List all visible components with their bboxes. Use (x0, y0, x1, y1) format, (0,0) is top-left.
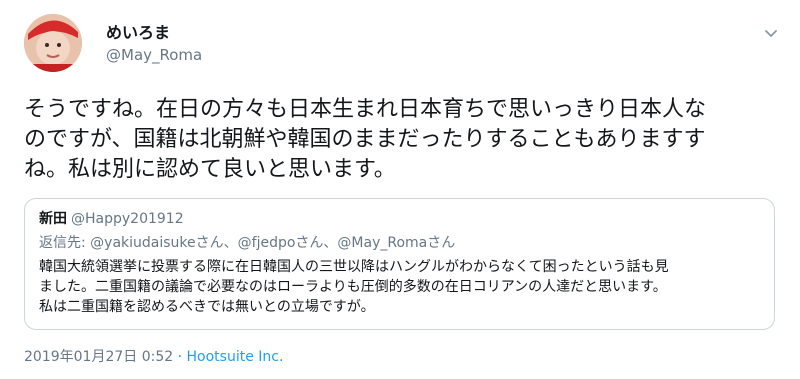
quoted-tweet-text: 韓国大統領選挙に投票する際に在日韓国人の三世以降はハングルがわからなくて困ったと… (39, 257, 763, 317)
user-handle[interactable]: @May_Roma (106, 46, 202, 64)
tweet-metadata: 2019年01月27日 0:52 · Hootsuite Inc. (24, 346, 283, 366)
reply-to-prefix: 返信先: (39, 235, 91, 251)
avatar[interactable] (24, 14, 82, 72)
chevron-down-icon[interactable] (762, 24, 780, 42)
quoted-text-line: 韓国大統領選挙に投票する際に在日韓国人の三世以降はハングルがわからなくて困ったと… (39, 259, 669, 275)
quoted-display-name: 新田 (39, 211, 67, 227)
tweet-text-line: のですが、国籍は北朝鮮や韓国のままだったりすることもありますす (24, 127, 706, 152)
tweet-text: そうですね。在日の方々も日本生まれ日本育ちで思いっきり日本人な のですが、国籍は… (24, 95, 784, 185)
meta-separator: · (177, 349, 183, 365)
source-link[interactable]: Hootsuite Inc. (187, 349, 284, 365)
quoted-text-line: 私は二重国籍を認めるべきでは無いとの立場ですが。 (39, 299, 375, 315)
quoted-user-handle: @Happy201912 (71, 211, 184, 227)
reply-to-mentions[interactable]: @yakiudaisukeさん、@fjedpoさん、@May_Romaさん (90, 235, 455, 251)
display-name[interactable]: めいろま (106, 19, 170, 43)
tweet-text-line: そうですね。在日の方々も日本生まれ日本育ちで思いっきり日本人な (24, 97, 707, 122)
quoted-tweet-header: 新田 @Happy201912 (39, 208, 184, 228)
profile-photo-icon (24, 14, 82, 72)
quoted-text-line: ました。二重国籍の議論で必要なのはローラよりも圧倒的多数の在日コリアンの人達だと… (39, 279, 667, 295)
timestamp[interactable]: 2019年01月27日 0:52 (24, 349, 173, 365)
reply-to-line: 返信先: @yakiudaisukeさん、@fjedpoさん、@May_Roma… (39, 232, 455, 252)
quoted-tweet[interactable]: 新田 @Happy201912 返信先: @yakiudaisukeさん、@fje… (24, 198, 775, 330)
tweet-text-line: ね。私は別に認めて良いと思います。 (24, 157, 396, 182)
